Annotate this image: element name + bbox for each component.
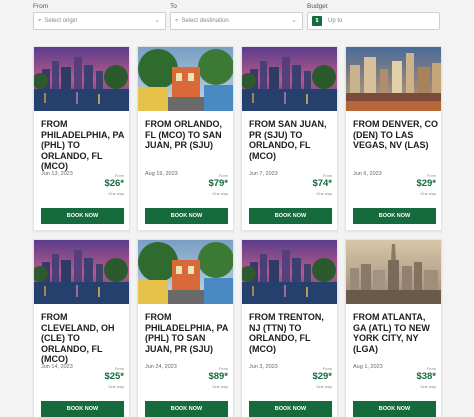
book-now-button[interactable]: BOOK NOW [145,208,228,224]
route-title: FROM ORLANDO, FL (MCO) TO SAN JUAN, PR (… [145,119,222,150]
deal-card[interactable]: FROM PHILADELPHIA, PA (PHL) TO SAN JUAN,… [137,239,234,417]
location-icon: ⌖ [38,17,42,24]
travel-date: Jun 24, 2023 [145,364,177,370]
orlando-skyline-image [242,240,337,304]
new-york-skyline-image [346,240,441,304]
one-way-label: One way [316,384,332,389]
dollar-icon: $ [312,16,322,26]
book-now-button[interactable]: BOOK NOW [353,401,436,417]
deal-card[interactable]: FROM ATLANTA, GA (ATL) TO NEW YORK CITY,… [345,239,442,417]
fare-price: $25* [104,371,124,382]
fare-price: $29* [312,371,332,382]
orlando-skyline-image [242,47,337,111]
one-way-label: One way [108,191,124,196]
book-now-button[interactable]: BOOK NOW [41,208,124,224]
deal-card[interactable]: FROM PHILADELPHIA, PA (PHL) TO ORLANDO, … [33,46,130,231]
one-way-label: One way [420,384,436,389]
destination-placeholder: Select destination [181,18,229,24]
route-title: FROM SAN JUAN, PR (SJU) TO ORLANDO, FL (… [249,119,327,161]
route-title: FROM CLEVELAND, OH (CLE) TO ORLANDO, FL … [41,312,115,364]
location-icon: ⌖ [175,17,179,24]
travel-date: Aug 1, 2023 [353,364,383,370]
book-now-button[interactable]: BOOK NOW [249,401,332,417]
destination-select[interactable]: ⌖ Select destination ⌄ [170,12,303,30]
route-title: FROM ATLANTA, GA (ATL) TO NEW YORK CITY,… [353,312,430,354]
las-vegas-strip-image [346,47,441,111]
travel-date: Jun 13, 2023 [41,171,73,177]
orlando-skyline-image [34,47,129,111]
fare-price: $29* [416,178,436,189]
deal-card[interactable]: FROM ORLANDO, FL (MCO) TO SAN JUAN, PR (… [137,46,234,231]
fare-price: $74* [312,178,332,189]
travel-date: Jun 7, 2023 [249,171,278,177]
to-label: To [170,3,177,10]
from-label: From [33,3,49,10]
one-way-label: One way [316,191,332,196]
one-way-label: One way [420,191,436,196]
route-title: FROM TRENTON, NJ (TTN) TO ORLANDO, FL (M… [249,312,324,354]
deal-card[interactable]: FROM CLEVELAND, OH (CLE) TO ORLANDO, FL … [33,239,130,417]
fare-price: $79* [208,178,228,189]
travel-date: Jun 6, 2023 [353,171,382,177]
route-title: FROM PHILADELPHIA, PA (PHL) TO ORLANDO, … [41,119,125,171]
budget-input[interactable]: $ Up to [307,12,440,30]
fare-price: $89* [208,371,228,382]
chevron-down-icon: ⌄ [154,17,160,24]
origin-placeholder: Select origin [44,18,78,24]
san-juan-street-image [138,240,233,304]
book-now-button[interactable]: BOOK NOW [41,401,124,417]
book-now-button[interactable]: BOOK NOW [145,401,228,417]
route-title: FROM DENVER, CO (DEN) TO LAS VEGAS, NV (… [353,119,439,150]
deal-card[interactable]: FROM TRENTON, NJ (TTN) TO ORLANDO, FL (M… [241,239,338,417]
deals-grid: FROM PHILADELPHIA, PA (PHL) TO ORLANDO, … [33,46,442,417]
origin-select[interactable]: ⌖ Select origin ⌄ [33,12,166,30]
deal-card[interactable]: FROM SAN JUAN, PR (SJU) TO ORLANDO, FL (… [241,46,338,231]
one-way-label: One way [108,384,124,389]
book-now-button[interactable]: BOOK NOW [249,208,332,224]
search-filters: From ⌖ Select origin ⌄ To ⌖ Select desti… [0,0,474,38]
deal-card[interactable]: FROM DENVER, CO (DEN) TO LAS VEGAS, NV (… [345,46,442,231]
one-way-label: One way [212,384,228,389]
chevron-down-icon: ⌄ [291,17,297,24]
book-now-button[interactable]: BOOK NOW [353,208,436,224]
travel-date: Aug 19, 2023 [145,171,178,177]
san-juan-street-image [138,47,233,111]
travel-date: Jun 14, 2023 [41,364,73,370]
one-way-label: One way [212,191,228,196]
budget-label: Budget [307,3,328,10]
travel-date: Jun 3, 2023 [249,364,278,370]
fare-price: $38* [416,371,436,382]
budget-placeholder: Up to [328,18,343,24]
orlando-skyline-image [34,240,129,304]
fare-price: $26* [104,178,124,189]
route-title: FROM PHILADELPHIA, PA (PHL) TO SAN JUAN,… [145,312,229,354]
